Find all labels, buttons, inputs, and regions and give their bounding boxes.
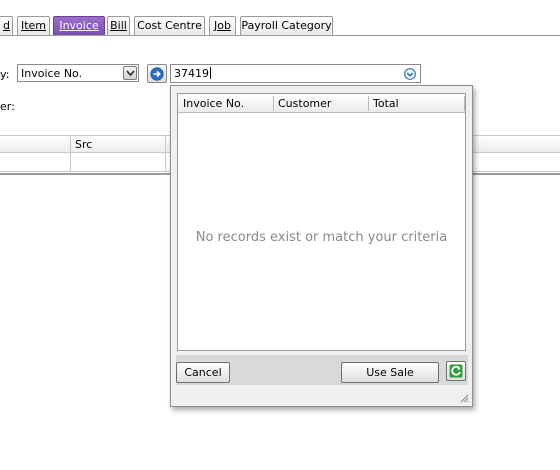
tab-job[interactable]: Job: [209, 16, 236, 36]
refresh-button[interactable]: [446, 361, 466, 381]
tab-invoice[interactable]: Invoice: [53, 16, 105, 36]
chevron-down-circle-icon[interactable]: [404, 68, 416, 80]
tab-record[interactable]: d: [0, 16, 13, 36]
lookup-popup: Invoice No. Customer Total No records ex…: [170, 85, 473, 407]
tab-payroll-category[interactable]: Payroll Category: [240, 16, 333, 36]
column-divider: [273, 96, 274, 111]
tab-bill[interactable]: Bill: [107, 16, 130, 36]
tab-divider: [0, 35, 560, 36]
refresh-icon: [449, 364, 463, 378]
lookup-results-grid: Invoice No. Customer Total No records ex…: [177, 93, 466, 351]
arrow-right-circle-icon: [150, 67, 164, 81]
search-input[interactable]: 37419: [170, 64, 421, 83]
column-header-src[interactable]: Src: [75, 138, 92, 151]
search-input-value: 37419: [174, 67, 209, 80]
tab-item[interactable]: Item: [17, 16, 50, 36]
column-divider: [368, 96, 369, 111]
search-field-value: Invoice No.: [21, 67, 83, 80]
chevron-down-icon[interactable]: [123, 66, 137, 80]
grid-header: Invoice No. Customer Total: [178, 94, 465, 113]
record-type-tabs: d Item Invoice Bill Cost Centre Job Payr…: [0, 16, 560, 36]
use-sale-button[interactable]: Use Sale: [341, 362, 439, 383]
column-divider: [464, 96, 465, 111]
go-button[interactable]: [147, 64, 167, 83]
column-header-total[interactable]: Total: [373, 97, 399, 110]
tab-cost-centre[interactable]: Cost Centre: [134, 16, 205, 36]
column-header-invoice-no[interactable]: Invoice No.: [183, 97, 244, 110]
cancel-button[interactable]: Cancel: [176, 362, 230, 383]
search-by-label: y:: [0, 68, 10, 81]
column-header-customer[interactable]: Customer: [278, 97, 331, 110]
empty-state-message: No records exist or match your criteria: [195, 230, 448, 245]
secondary-label: er:: [0, 100, 15, 113]
text-caret: [210, 67, 211, 79]
search-field-select[interactable]: Invoice No.: [17, 64, 139, 82]
resize-grip-icon[interactable]: [459, 393, 469, 403]
